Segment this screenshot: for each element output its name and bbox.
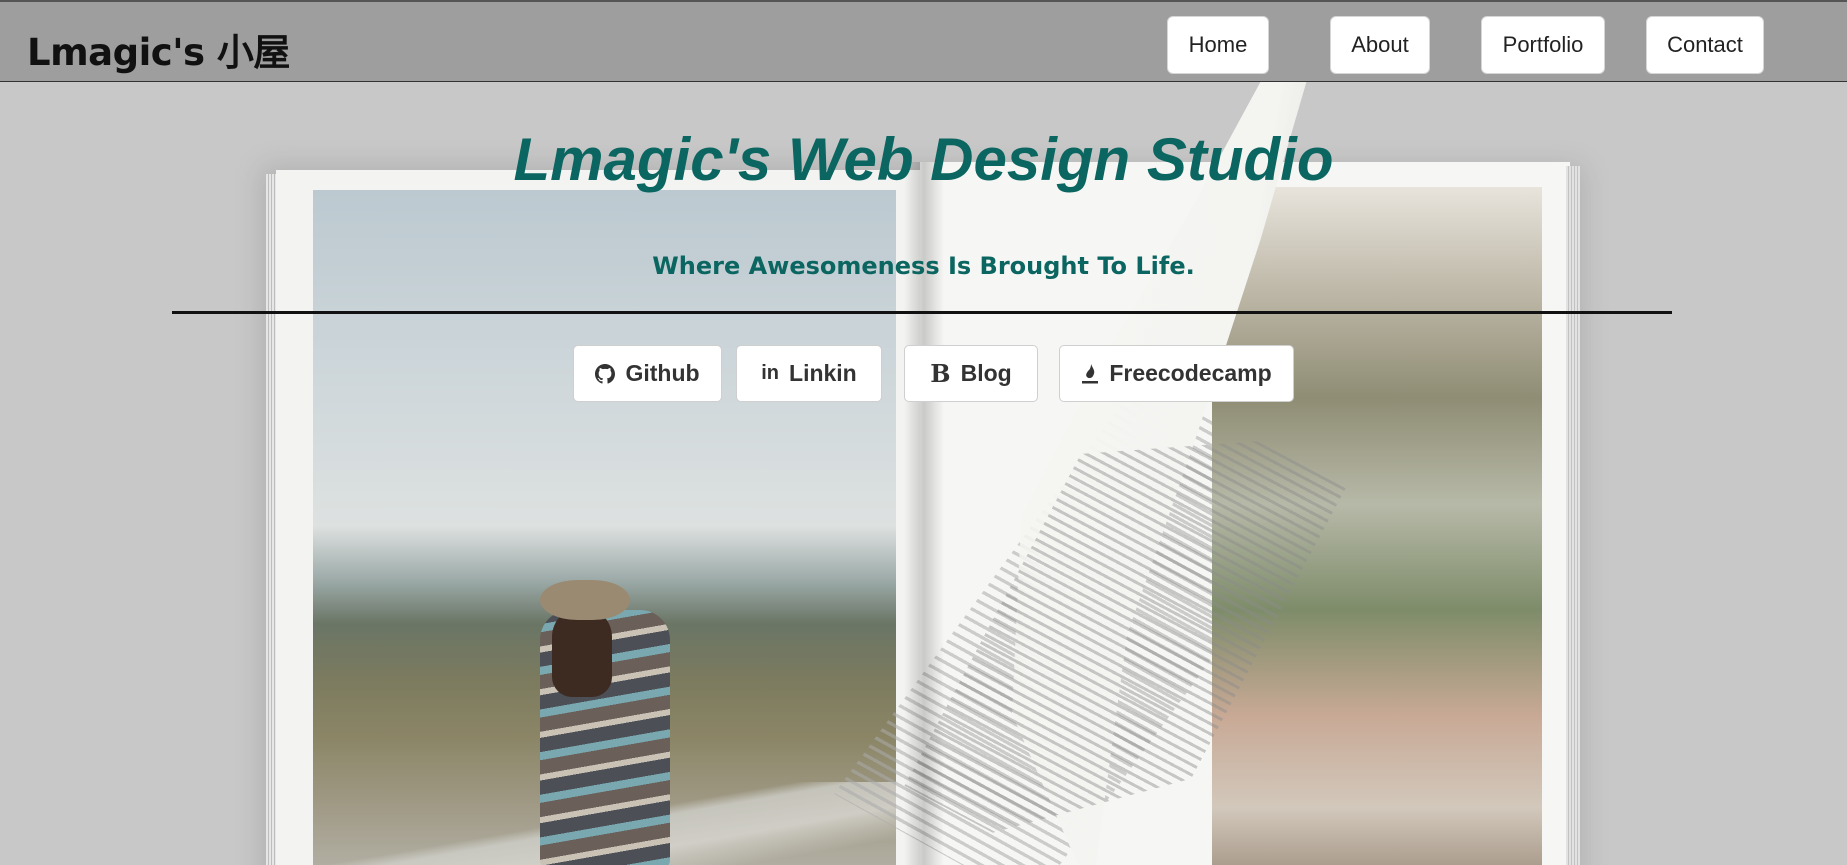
person-hat (540, 580, 630, 620)
linkedin-button[interactable]: in Linkin (736, 345, 882, 402)
top-navbar: Lmagic's 小屋 Home About Portfolio Contact (0, 0, 1847, 82)
hero-subtitle: Where Awesomeness Is Brought To Life. (652, 252, 1195, 280)
linkedin-label: Linkin (789, 360, 857, 386)
github-icon (595, 363, 616, 384)
hero-background-book-image (0, 82, 1847, 865)
nav-contact-button[interactable]: Contact (1646, 16, 1764, 74)
blog-label: Blog (960, 360, 1012, 386)
github-button[interactable]: Github (573, 345, 722, 402)
hero-title: Lmagic's Web Design Studio (513, 126, 1334, 193)
blog-icon: B (930, 359, 951, 388)
person-hair (552, 607, 612, 697)
github-label: Github (625, 360, 700, 386)
freecodecamp-label: Freecodecamp (1109, 360, 1272, 386)
freecodecamp-button[interactable]: Freecodecamp (1059, 345, 1294, 402)
freecodecamp-icon (1081, 363, 1099, 385)
blog-button[interactable]: B Blog (904, 345, 1038, 402)
nav-home-button[interactable]: Home (1167, 16, 1269, 74)
nav-portfolio-button[interactable]: Portfolio (1481, 16, 1605, 74)
nav-about-button[interactable]: About (1330, 16, 1430, 74)
hero-divider (172, 311, 1672, 314)
site-brand[interactable]: Lmagic's 小屋 (27, 22, 290, 76)
linkedin-icon: in (761, 362, 780, 384)
